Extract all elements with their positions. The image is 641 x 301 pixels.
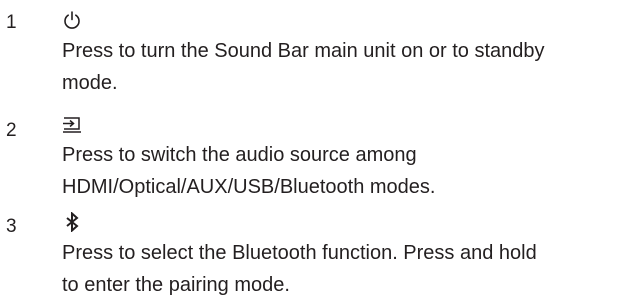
item-number: 3 bbox=[6, 216, 17, 237]
description-line: Press to switch the audio source among bbox=[62, 144, 417, 166]
description-line: Press to turn the Sound Bar main unit on… bbox=[62, 40, 545, 62]
input-source-icon bbox=[62, 114, 82, 134]
description-line: Press to select the Bluetooth function. … bbox=[62, 242, 537, 264]
bluetooth-icon bbox=[62, 212, 82, 232]
item-number: 2 bbox=[6, 120, 17, 141]
item-description: Press to switch the audio source among H… bbox=[62, 139, 641, 203]
description-line: HDMI/Optical/AUX/USB/Bluetooth modes. bbox=[62, 176, 436, 198]
item-description: Press to turn the Sound Bar main unit on… bbox=[62, 35, 641, 99]
item-number: 1 bbox=[6, 12, 17, 33]
description-line: to enter the pairing mode. bbox=[62, 274, 290, 296]
item-description: Press to select the Bluetooth function. … bbox=[62, 237, 641, 301]
description-line: mode. bbox=[62, 72, 118, 94]
power-icon bbox=[62, 10, 82, 30]
